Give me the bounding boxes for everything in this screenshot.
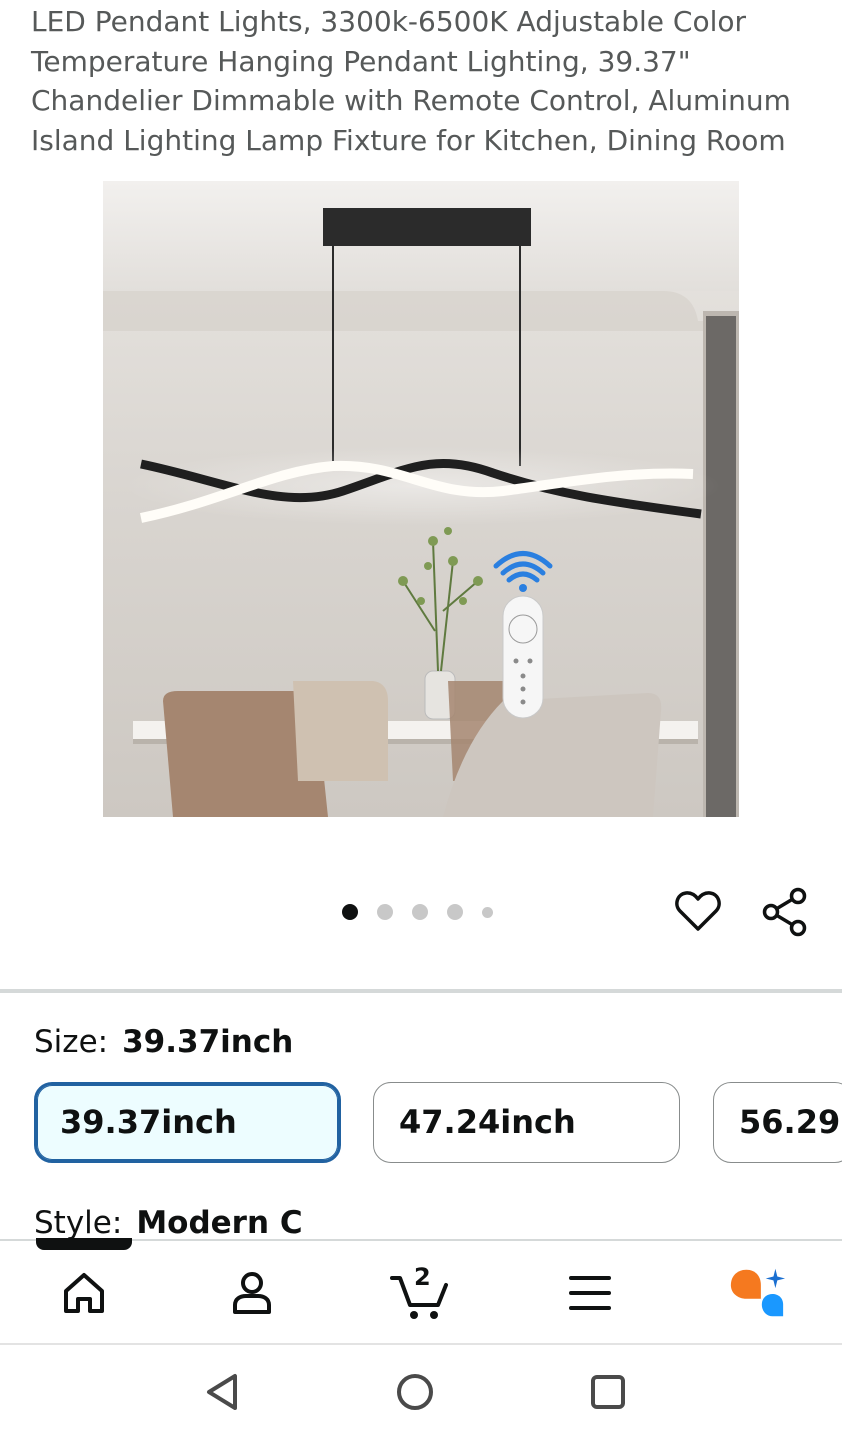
system-back-button[interactable] [199,1368,247,1416]
back-triangle-icon [207,1374,237,1410]
nav-account[interactable] [222,1263,282,1323]
size-label: Size: [34,1024,109,1060]
size-option-1[interactable]: 39.37inch [34,1082,341,1163]
size-option-3[interactable]: 56.29inch [713,1082,842,1163]
carousel-dot-3[interactable] [412,904,428,920]
home-icon [64,1273,104,1313]
style-selected-value: Modern C [136,1205,303,1241]
carousel-indicator[interactable] [342,903,512,921]
heart-icon [675,891,721,931]
account-icon [233,1272,271,1314]
rufus-ai-icon [730,1268,786,1317]
system-recents-button[interactable] [584,1368,632,1416]
section-divider [0,989,842,993]
product-photo-illustration [103,181,739,817]
size-selector-label: Size: 39.37inch [34,1022,293,1062]
system-nav-border [0,1343,842,1345]
share-icon [762,887,807,937]
style-label: Style: [34,1205,123,1241]
home-circle-icon [397,1374,433,1410]
nav-menu[interactable] [560,1263,620,1323]
style-selector-label: Style: Modern C [34,1203,303,1243]
product-image[interactable] [103,181,739,817]
bottom-navigation: 2 [0,1241,842,1343]
nav-home[interactable] [54,1263,114,1323]
recents-square-icon [591,1375,625,1409]
size-selected-value: 39.37inch [122,1024,294,1060]
carousel-dot-4[interactable] [447,904,463,920]
menu-icon [569,1276,611,1310]
nav-rufus[interactable] [727,1263,787,1323]
carousel-dot-5[interactable] [482,906,493,918]
system-home-button[interactable] [391,1368,439,1416]
share-button[interactable] [760,886,812,938]
wishlist-button[interactable] [673,886,723,936]
product-title: LED Pendant Lights, 3300k-6500K Adjustab… [31,5,791,157]
carousel-dot-2[interactable] [377,904,393,920]
carousel-dot-1[interactable] [342,904,358,920]
cart-count-badge: 2 [414,1263,431,1291]
nav-cart[interactable]: 2 [390,1263,450,1323]
size-option-2[interactable]: 47.24inch [373,1082,680,1163]
